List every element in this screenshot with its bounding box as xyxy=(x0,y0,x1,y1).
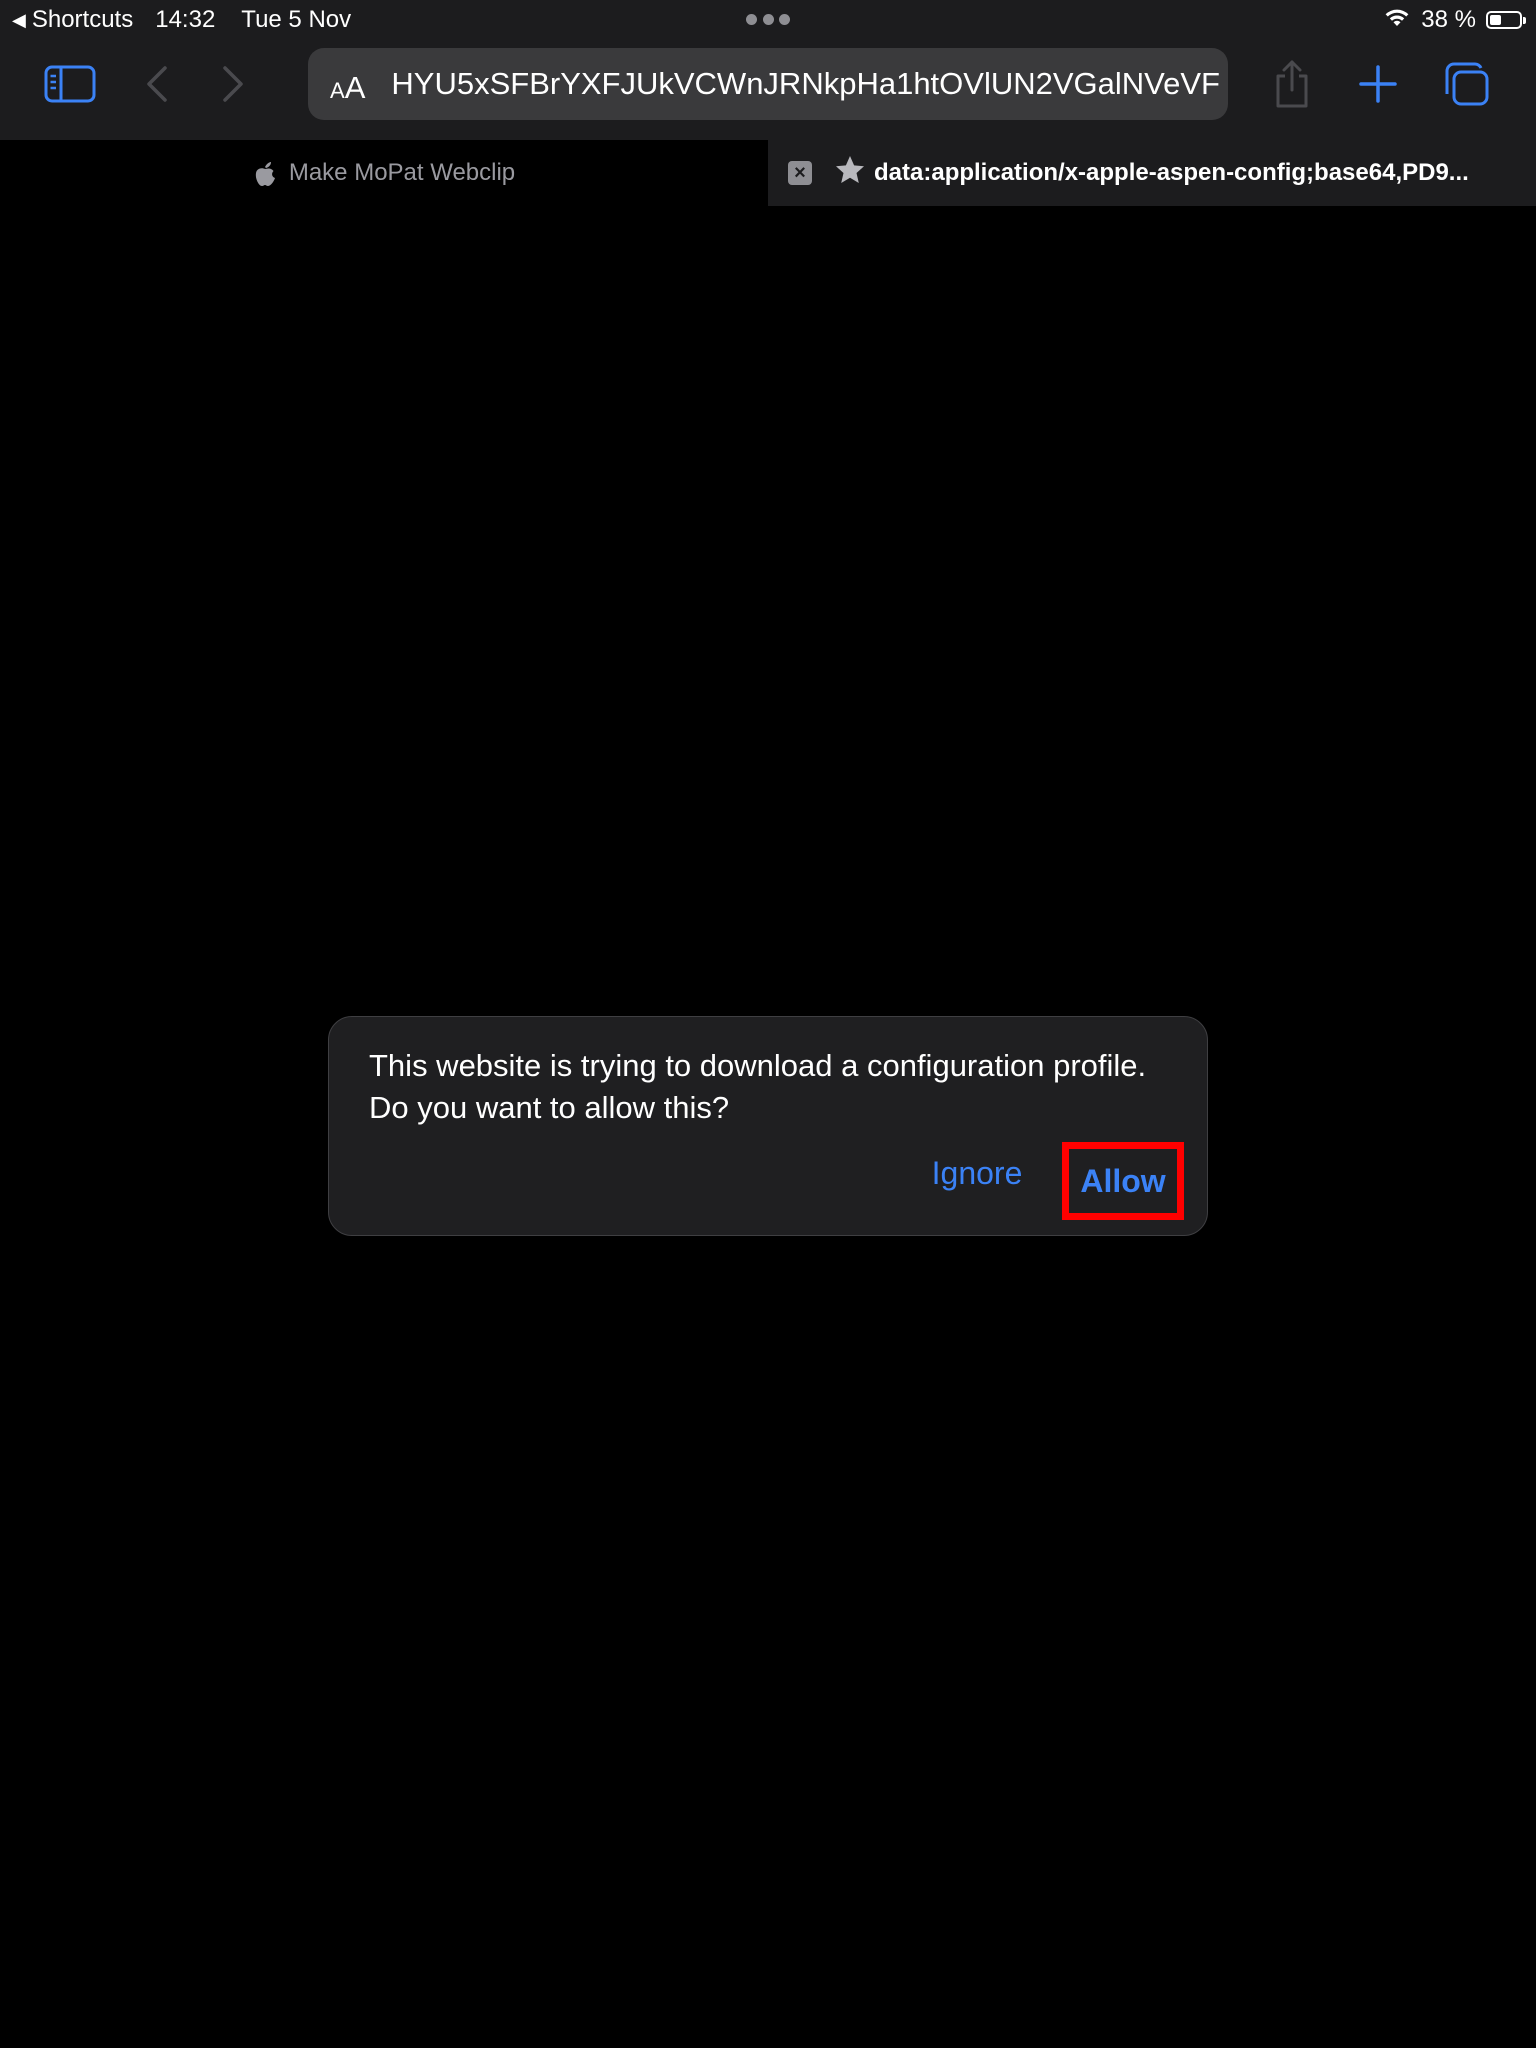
wifi-icon xyxy=(1383,6,1411,35)
battery-icon xyxy=(1486,11,1526,29)
status-date: Tue 5 Nov xyxy=(241,6,352,33)
chevron-left-icon xyxy=(147,66,167,102)
alert-message: This website is trying to download a con… xyxy=(369,1048,1147,1125)
tab-data-config[interactable]: × data:application/x-apple-aspen-config;… xyxy=(768,140,1536,206)
safari-screen: ◀ Shortcuts 14:32 Tue 5 Nov 38 % A A HYU… xyxy=(0,0,1536,2048)
sidebar-icon xyxy=(44,65,96,103)
multitasking-dots-icon[interactable] xyxy=(746,14,790,26)
battery-fill xyxy=(1490,15,1501,25)
reader-small-a: A xyxy=(330,78,345,103)
tab-bar: Make MoPat Webclip × data:application/x-… xyxy=(0,140,1536,206)
allow-button[interactable]: Allow xyxy=(1062,1142,1184,1220)
browser-toolbar: A A HYU5xSFBrYXFJUkVCWnJRNkpHa1htOVlUN2V… xyxy=(0,40,1536,140)
share-button[interactable] xyxy=(1268,56,1316,112)
url-text[interactable]: HYU5xSFBrYXFJUkVCWnJRNkpHa1htOVlUN2VGalN… xyxy=(392,48,1220,120)
back-to-app-link[interactable]: ◀ Shortcuts xyxy=(12,6,133,34)
battery-nub xyxy=(1523,17,1526,24)
battery-percent: 38 % xyxy=(1421,6,1476,33)
close-tab-icon[interactable]: × xyxy=(788,161,812,185)
sidebar-button[interactable] xyxy=(40,60,100,108)
tab-label: data:application/x-apple-aspen-config;ba… xyxy=(874,159,1469,186)
share-icon xyxy=(1276,60,1308,108)
status-left: ◀ Shortcuts 14:32 Tue 5 Nov xyxy=(12,4,351,36)
tab-make-mopat-webclip[interactable]: Make MoPat Webclip xyxy=(0,140,768,206)
plus-icon xyxy=(1359,65,1397,103)
back-button[interactable] xyxy=(140,60,174,108)
ignore-button[interactable]: Ignore xyxy=(917,1145,1037,1201)
reader-big-a: A xyxy=(344,70,366,105)
forward-button[interactable] xyxy=(216,60,250,108)
address-bar[interactable]: A A HYU5xSFBrYXFJUkVCWnJRNkpHa1htOVlUN2V… xyxy=(308,48,1228,120)
configuration-profile-alert: This website is trying to download a con… xyxy=(328,1016,1208,1236)
chevron-right-icon xyxy=(223,66,243,102)
star-favicon-icon xyxy=(836,156,864,183)
back-triangle-icon: ◀ xyxy=(12,9,26,30)
status-bar: ◀ Shortcuts 14:32 Tue 5 Nov 38 % xyxy=(0,0,1536,40)
back-app-label: Shortcuts xyxy=(31,6,134,33)
apple-favicon-icon xyxy=(255,162,275,186)
status-right: 38 % xyxy=(1383,4,1526,36)
page-settings-button[interactable]: A A xyxy=(330,48,365,120)
tab-overview-button[interactable] xyxy=(1440,60,1492,108)
status-time: 14:32 xyxy=(155,6,216,33)
tabs-overview-icon xyxy=(1445,62,1489,106)
new-tab-button[interactable] xyxy=(1356,60,1400,108)
tab-label: Make MoPat Webclip xyxy=(288,159,516,186)
